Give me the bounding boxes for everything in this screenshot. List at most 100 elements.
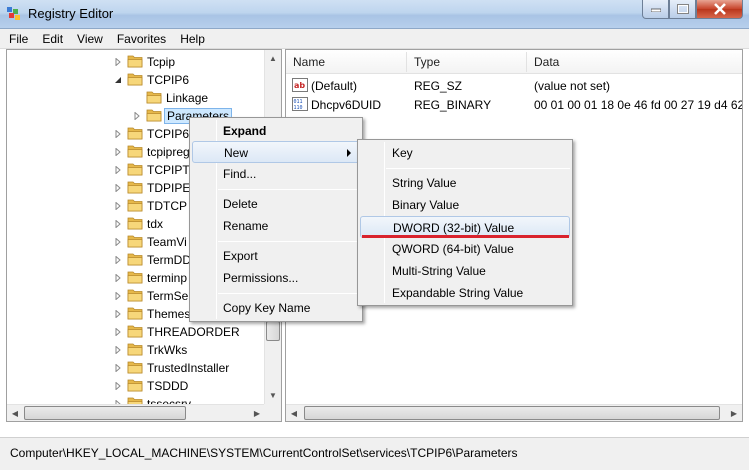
context-item-expand[interactable]: Expand (192, 120, 360, 142)
menu-file[interactable]: File (0, 29, 35, 49)
expanded-arrow-icon[interactable] (114, 76, 122, 84)
submenu-item-label: DWORD (32-bit) Value (393, 221, 515, 235)
column-divider[interactable] (526, 52, 527, 72)
folder-icon (127, 325, 143, 338)
menu-help[interactable]: Help (173, 29, 212, 49)
title-bar[interactable]: Registry Editor (0, 0, 749, 29)
minimize-button[interactable] (642, 0, 669, 19)
tree-item-label: TermDD (147, 253, 191, 267)
column-divider[interactable] (406, 52, 407, 72)
context-item-rename[interactable]: Rename (192, 215, 360, 237)
tree-item-label: TrustedInstaller (147, 361, 230, 375)
collapsed-arrow-icon[interactable] (114, 238, 122, 246)
menu-separator (218, 241, 360, 242)
context-item-new[interactable]: New (192, 141, 360, 163)
value-type: REG_SZ (414, 79, 463, 93)
menu-separator (386, 168, 570, 169)
folder-icon (127, 307, 143, 320)
context-item-delete[interactable]: Delete (192, 193, 360, 215)
tree-item[interactable]: TSDDD (7, 377, 264, 395)
collapsed-arrow-icon[interactable] (114, 166, 122, 174)
folder-icon (127, 289, 143, 302)
tree-item-label: TCPIP6 (147, 73, 190, 87)
menu-bar: File Edit View Favorites Help (0, 29, 749, 49)
value-name: Dhcpv6DUID (311, 98, 382, 112)
collapsed-arrow-icon[interactable] (114, 328, 122, 336)
tree-item-label: TeamVi (147, 235, 187, 249)
submenu-item-expandable-string-value[interactable]: Expandable String Value (360, 282, 570, 304)
tree-item-label: THREADORDER (147, 325, 240, 339)
submenu-item-qword-value[interactable]: QWORD (64-bit) Value (360, 238, 570, 260)
value-data: (value not set) (534, 79, 611, 93)
tree-item-label: TCPIPT (147, 163, 190, 177)
collapsed-arrow-icon[interactable] (114, 220, 122, 228)
folder-icon (127, 253, 143, 266)
menu-separator (218, 189, 360, 190)
maximize-button[interactable] (669, 0, 696, 19)
collapsed-arrow-icon[interactable] (114, 346, 122, 354)
submenu-item-label: Multi-String Value (392, 264, 486, 278)
collapsed-arrow-icon[interactable] (114, 202, 122, 210)
menu-view[interactable]: View (70, 29, 110, 49)
scroll-thumb[interactable] (24, 406, 186, 420)
context-item-copy-key-name[interactable]: Copy Key Name (192, 297, 360, 319)
scroll-left-icon[interactable]: ◀ (7, 405, 23, 421)
menu-separator (218, 293, 360, 294)
collapsed-arrow-icon[interactable] (114, 130, 122, 138)
scroll-thumb[interactable] (266, 321, 280, 341)
scroll-right-icon[interactable]: ▶ (249, 405, 265, 421)
submenu-item-string-value[interactable]: String Value (360, 172, 570, 194)
tree-item[interactable]: TrkWks (7, 341, 264, 359)
tree-item-label: TDPIPE (147, 181, 191, 195)
tree-item-label: Linkage (166, 91, 209, 105)
collapsed-arrow-icon[interactable] (133, 112, 141, 120)
svg-text:ab: ab (294, 81, 305, 90)
submenu-item-label: String Value (392, 176, 457, 190)
submenu-item-key[interactable]: Key (360, 142, 570, 164)
folder-icon (127, 235, 143, 248)
column-name[interactable]: Name (293, 55, 325, 69)
tree-horizontal-scrollbar[interactable]: ◀ ▶ (7, 404, 265, 421)
collapsed-arrow-icon[interactable] (114, 58, 122, 66)
tree-item[interactable]: TCPIP6 (7, 71, 264, 89)
folder-icon (127, 217, 143, 230)
context-item-label: Expand (223, 124, 267, 138)
column-data[interactable]: Data (534, 55, 559, 69)
collapsed-arrow-icon[interactable] (114, 364, 122, 372)
menu-edit[interactable]: Edit (35, 29, 70, 49)
collapsed-arrow-icon[interactable] (114, 310, 122, 318)
folder-icon (127, 73, 143, 86)
tree-item[interactable]: TrustedInstaller (7, 359, 264, 377)
folder-icon (127, 271, 143, 284)
collapsed-arrow-icon[interactable] (114, 148, 122, 156)
close-button[interactable] (696, 0, 743, 19)
context-item-permissions[interactable]: Permissions... (192, 267, 360, 289)
scroll-corner (264, 404, 281, 421)
list-horizontal-scrollbar[interactable]: ◀ ▶ (286, 404, 742, 421)
collapsed-arrow-icon[interactable] (114, 382, 122, 390)
collapsed-arrow-icon[interactable] (114, 292, 122, 300)
scroll-right-icon[interactable]: ▶ (726, 405, 742, 421)
scroll-up-icon[interactable]: ▲ (265, 50, 281, 67)
menu-favorites[interactable]: Favorites (110, 29, 173, 49)
tree-item[interactable]: Linkage (7, 89, 264, 107)
scroll-thumb[interactable] (304, 406, 720, 420)
collapsed-arrow-icon[interactable] (114, 256, 122, 264)
submenu-item-label: QWORD (64-bit) Value (392, 242, 514, 256)
collapsed-arrow-icon[interactable] (114, 274, 122, 282)
folder-icon (146, 109, 162, 122)
collapsed-arrow-icon[interactable] (114, 184, 122, 192)
scroll-down-icon[interactable]: ▼ (265, 387, 281, 404)
submenu-item-binary-value[interactable]: Binary Value (360, 194, 570, 216)
column-type[interactable]: Type (414, 55, 440, 69)
context-item-find[interactable]: Find... (192, 163, 360, 185)
scroll-left-icon[interactable]: ◀ (286, 405, 302, 421)
tree-item-label: tdx (147, 217, 164, 231)
submenu-arrow-icon (347, 149, 351, 157)
submenu-item-multi-string-value[interactable]: Multi-String Value (360, 260, 570, 282)
list-item[interactable]: ab (Default) REG_SZ (value not set) (286, 76, 742, 95)
tree-item[interactable]: Tcpip (7, 53, 264, 71)
context-item-export[interactable]: Export (192, 245, 360, 267)
tree-item[interactable]: THREADORDER (7, 323, 264, 341)
list-item[interactable]: 011 110 Dhcpv6DUID REG_BINARY 00 01 00 0… (286, 95, 742, 114)
